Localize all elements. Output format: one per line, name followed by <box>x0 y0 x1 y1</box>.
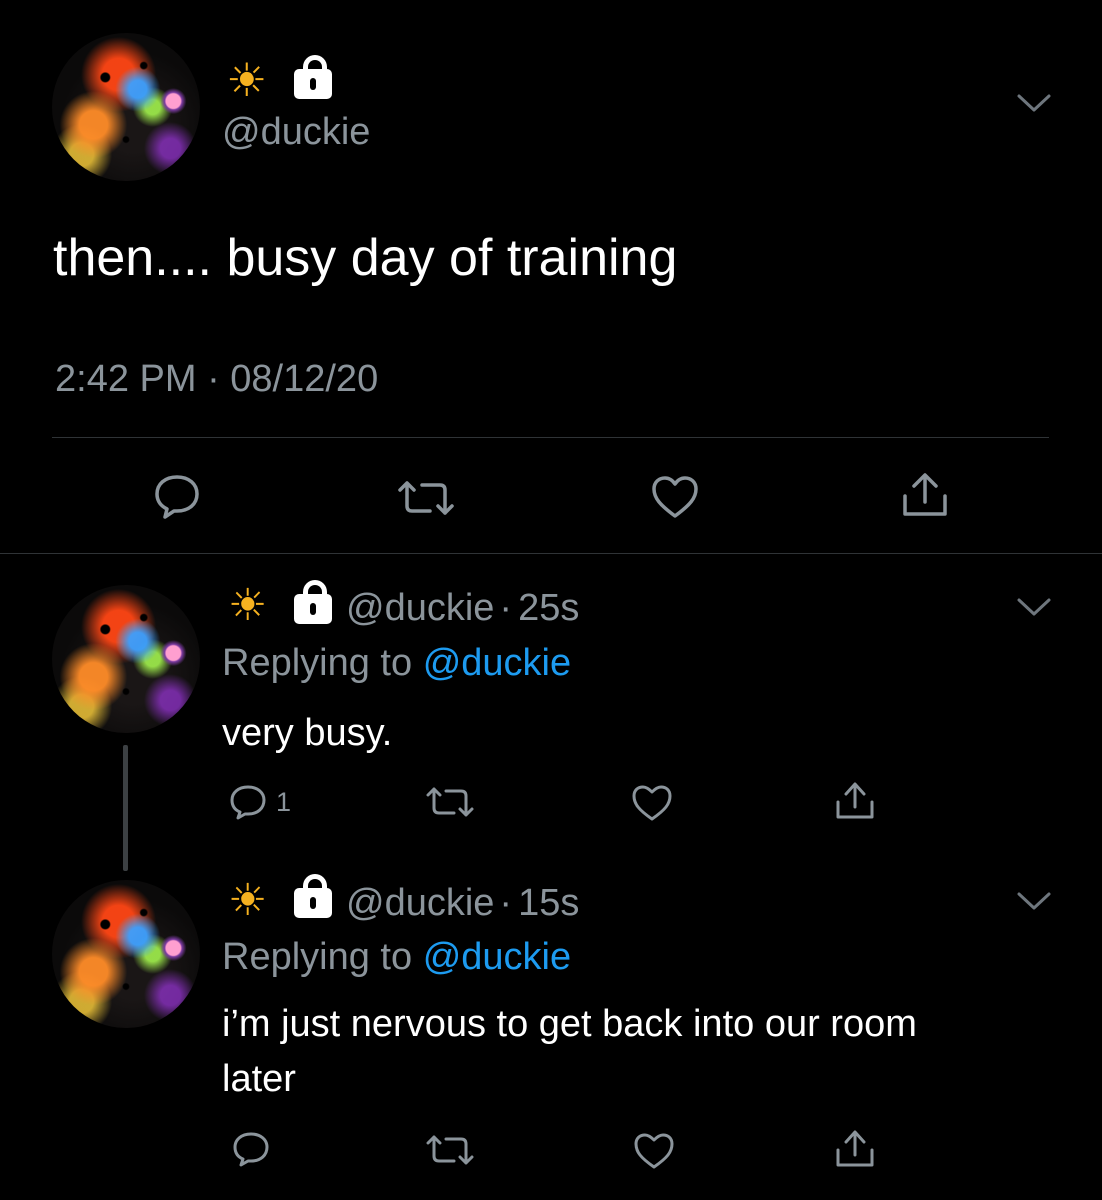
replying-to-label: Replying to <box>222 642 413 684</box>
chevron-down-icon[interactable] <box>1016 890 1052 912</box>
reply-icon[interactable] <box>231 1130 271 1168</box>
tweet-text-line: i’m just nervous to get back into our ro… <box>222 1003 917 1045</box>
like-icon[interactable] <box>650 474 700 520</box>
replying-to-link[interactable]: @duckie <box>423 642 571 684</box>
retweet-icon[interactable] <box>396 478 456 518</box>
divider <box>52 437 1049 438</box>
like-icon[interactable] <box>633 1132 675 1170</box>
divider <box>0 553 1102 554</box>
replying-to-link[interactable]: @duckie <box>423 936 571 978</box>
tweet-meta: @duckie · 25s <box>346 587 579 630</box>
sun-emoji: ☀ <box>228 580 268 631</box>
reply-icon[interactable] <box>228 783 268 821</box>
avatar[interactable] <box>52 585 200 733</box>
author-handle[interactable]: @duckie <box>346 587 494 629</box>
author-handle[interactable]: @duckie <box>222 111 370 154</box>
chevron-down-icon[interactable] <box>1016 596 1052 618</box>
sun-emoji: ☀ <box>228 875 268 926</box>
tweet-timestamp[interactable]: 2:42 PM · 08/12/20 <box>55 358 378 401</box>
tweet-text-line: later <box>222 1058 296 1100</box>
avatar[interactable] <box>52 33 200 181</box>
reply-count: 1 <box>276 787 292 817</box>
tweet-text: very busy. <box>222 712 393 754</box>
replying-to-label: Replying to <box>222 936 413 978</box>
sun-emoji: ☀ <box>226 53 268 107</box>
meta-separator: · <box>499 882 513 924</box>
chevron-down-icon[interactable] <box>1016 92 1052 114</box>
retweet-icon[interactable] <box>425 1133 475 1167</box>
lock-icon <box>294 580 332 624</box>
author-handle[interactable]: @duckie <box>346 882 494 924</box>
tweet-age[interactable]: 25s <box>518 587 579 629</box>
tweet-age[interactable]: 15s <box>518 882 579 924</box>
lock-icon <box>294 874 332 918</box>
retweet-icon[interactable] <box>425 785 475 819</box>
reply-icon[interactable] <box>152 472 202 520</box>
lock-icon <box>294 55 332 99</box>
replying-to: Replying to @duckie <box>222 642 571 685</box>
share-icon[interactable] <box>834 780 876 822</box>
meta-separator: · <box>499 587 513 629</box>
share-icon[interactable] <box>834 1128 876 1170</box>
thread-line <box>123 745 128 871</box>
share-icon[interactable] <box>900 470 950 520</box>
avatar[interactable] <box>52 880 200 1028</box>
replying-to: Replying to @duckie <box>222 936 571 979</box>
like-icon[interactable] <box>631 784 673 822</box>
tweet-meta: @duckie · 15s <box>346 882 579 925</box>
tweet-text: then.... busy day of training <box>53 229 678 287</box>
